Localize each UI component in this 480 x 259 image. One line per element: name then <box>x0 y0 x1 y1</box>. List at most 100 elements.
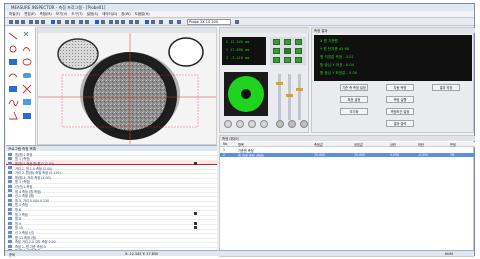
tool-arc-icon[interactable] <box>22 47 31 52</box>
menu-window[interactable]: 창(W) <box>121 12 130 17</box>
menu-data[interactable]: 데이터(D) <box>102 12 117 17</box>
jog-down-left-button[interactable] <box>273 57 280 63</box>
jog-right-button[interactable] <box>295 48 302 54</box>
tool-ellipse-icon[interactable] <box>22 58 32 66</box>
slider-knob[interactable] <box>286 94 293 97</box>
col-nominal[interactable]: 공칭값 <box>354 142 363 147</box>
col-no[interactable]: No <box>223 142 227 146</box>
light-slider-1[interactable] <box>276 74 283 120</box>
camera-icon[interactable] <box>95 20 99 24</box>
col-judge[interactable]: 판정 <box>450 142 456 147</box>
light-button-1[interactable] <box>224 120 232 128</box>
menu-settings[interactable]: 설정(S) <box>87 12 98 17</box>
cut-icon[interactable] <box>29 20 33 24</box>
run-icon[interactable] <box>51 20 55 24</box>
paste-icon[interactable] <box>41 20 45 24</box>
probe-select[interactable]: Probe 3X 10 200 <box>187 19 231 25</box>
light-button-2[interactable] <box>236 120 244 128</box>
save-result-button[interactable]: 결과 저장 <box>432 84 460 91</box>
menu-help[interactable]: 도움말(H) <box>135 12 150 17</box>
list-item[interactable]: 원 5 측정 <box>6 203 217 207</box>
tool-circle-icon[interactable] <box>9 45 17 53</box>
list-item[interactable]: 원 5, 거리 0.000 0.120 <box>6 198 217 203</box>
new-icon[interactable] <box>9 20 13 24</box>
zoom-out-icon[interactable] <box>71 20 75 24</box>
tool-distance-icon[interactable] <box>23 99 31 105</box>
angle-tool-icon[interactable] <box>135 20 139 24</box>
menu-view[interactable]: 보기(V) <box>56 12 68 17</box>
zoom-in-icon[interactable] <box>65 20 69 24</box>
light-slider-2[interactable] <box>286 74 293 120</box>
list-item[interactable]: 원 4 측정 (원 측정) <box>6 189 217 194</box>
probe-settings-icon[interactable] <box>235 20 239 24</box>
tool-angle-icon[interactable] <box>9 111 18 120</box>
list-item[interactable]: 원 8 <box>6 216 217 221</box>
settings-icon[interactable] <box>159 20 163 24</box>
jog-up-left-button[interactable] <box>273 39 280 45</box>
light-button-3[interactable] <box>248 120 256 128</box>
jog-left-button[interactable] <box>273 48 280 54</box>
col-value[interactable]: 측정값 <box>314 142 323 147</box>
open-icon[interactable] <box>15 20 19 24</box>
dropdown-icon[interactable] <box>177 20 181 24</box>
grid-icon[interactable] <box>79 20 83 24</box>
table-row-selected[interactable]: 2 원 직경 측정 (측정) 30.000 30.000 0.050 -0.05… <box>220 153 475 158</box>
camera-viewer[interactable] <box>37 27 217 145</box>
copy-icon[interactable] <box>35 20 39 24</box>
list-item[interactable]: 원 3 (측정) <box>6 180 217 184</box>
light-button-7[interactable] <box>300 120 308 128</box>
tool-datum-icon[interactable] <box>23 113 31 119</box>
circle-tool-icon[interactable] <box>109 20 113 24</box>
jog-down-button[interactable] <box>284 57 291 63</box>
table-row[interactable]: 1 기준원 측정 <box>220 148 475 153</box>
save-icon[interactable] <box>21 20 25 24</box>
point-tool-icon[interactable] <box>121 20 125 24</box>
col-item[interactable]: 항목 <box>238 142 244 147</box>
jog-down-right-button[interactable] <box>295 57 302 63</box>
jog-home-button[interactable] <box>284 48 291 54</box>
menu-edit[interactable]: 편집(E) <box>24 12 35 17</box>
measure-condition-button[interactable]: 측정조건 설정 <box>386 108 414 115</box>
light-icon[interactable] <box>101 20 105 24</box>
crosshair-icon[interactable] <box>85 20 89 24</box>
slider-knob[interactable] <box>276 82 283 85</box>
tool-line-icon[interactable] <box>8 32 18 40</box>
auto-measure-button[interactable]: 자동 측정 <box>386 84 414 91</box>
print-icon[interactable] <box>151 20 155 24</box>
slider-knob[interactable] <box>296 88 303 91</box>
coordinate-setup-button[interactable]: 좌표 설정 <box>340 96 368 103</box>
probe-icon[interactable] <box>169 20 173 24</box>
light-slider-3[interactable] <box>296 74 303 120</box>
datum-setup-button[interactable]: 기준 측 측정 설정 <box>340 84 368 91</box>
light-button-5[interactable] <box>276 120 284 128</box>
menu-measure[interactable]: 측정(M) <box>40 12 52 17</box>
reset-button[interactable]: 초기화 <box>340 108 368 115</box>
list-item[interactable]: 원 6 <box>6 207 217 212</box>
col-upper[interactable]: 상한 <box>390 142 396 147</box>
stop-icon[interactable] <box>57 20 61 24</box>
tool-intersect-icon[interactable] <box>22 84 32 94</box>
report-icon[interactable] <box>145 20 149 24</box>
tool-spline-icon[interactable] <box>8 99 19 106</box>
tool-slot-icon[interactable] <box>23 73 31 78</box>
jog-up-right-button[interactable] <box>295 39 302 45</box>
list-item[interactable]: 원 7 측정 <box>6 212 217 217</box>
menu-file[interactable]: 파일(F) <box>9 12 20 17</box>
menu-tools[interactable]: 도구(T) <box>71 12 82 17</box>
tool-point-icon[interactable] <box>9 86 17 92</box>
output-result-button[interactable]: 결과 출력 <box>386 120 414 127</box>
list-item[interactable]: 원 10 <box>6 226 217 230</box>
tool-curve-icon[interactable] <box>8 73 18 78</box>
list-item[interactable]: 원 9 <box>6 221 217 226</box>
tool-move-icon[interactable] <box>23 31 29 37</box>
list-item[interactable]: 원(원)3, 거리 측정 (2.00) <box>6 175 217 180</box>
col-lower[interactable]: 하한 <box>418 142 424 147</box>
tool-rect-icon[interactable] <box>9 59 17 65</box>
line-tool-icon[interactable] <box>115 20 119 24</box>
run-measure-button[interactable]: 측정 실행 <box>386 96 414 103</box>
list-item[interactable]: 선 2 측정 (선) <box>6 230 217 235</box>
jog-up-button[interactable] <box>284 39 291 45</box>
light-button-6[interactable] <box>288 120 296 128</box>
list-item[interactable]: 원(원)1 측정 <box>6 152 217 157</box>
light-button-4[interactable] <box>260 120 268 128</box>
